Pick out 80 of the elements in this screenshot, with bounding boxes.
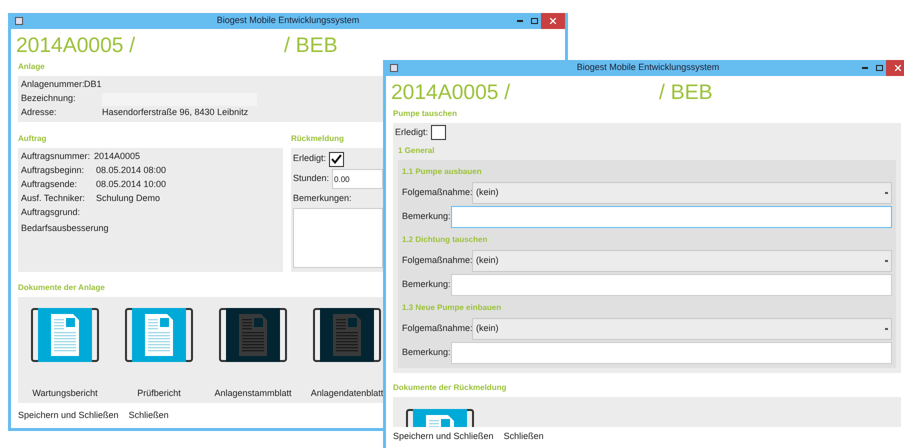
check-icon: [331, 154, 342, 164]
section-title: Auftrag: [18, 133, 46, 145]
dropdown-arrow-icon: [885, 192, 888, 194]
document-button[interactable]: [219, 308, 287, 362]
field-label: Folgemaßnahme:: [402, 186, 472, 199]
field-label: Ausf. Techniker:: [21, 192, 86, 206]
field-label: Erledigt:: [293, 152, 326, 166]
field-value: 08.05.2014 10:00: [96, 178, 166, 192]
section-title: Rückmeldung: [291, 133, 344, 145]
document-button[interactable]: [125, 308, 193, 362]
section-title: 1 General: [398, 145, 434, 157]
section-title: Dokumente der Rückmeldung: [393, 382, 506, 394]
field-value: Hasendorferstraße 96, 8430 Leibnitz: [102, 106, 248, 120]
app-icon: [390, 64, 398, 72]
section-title: 1.2 Dichtung tauschen: [402, 234, 488, 246]
followup-dropdown[interactable]: (kein): [472, 250, 892, 272]
field-label: Auftragsbeginn:: [21, 164, 86, 178]
window-title: Biogest Mobile Entwicklungssystem: [576, 61, 720, 74]
dropdown-arrow-icon: [885, 260, 888, 262]
order-number-heading: 2014A0005 /: [16, 35, 136, 56]
remark-input[interactable]: [451, 206, 892, 228]
maximize-icon: [876, 65, 882, 71]
field-label: Folgemaßnahme:: [402, 254, 472, 267]
close-button[interactable]: [541, 13, 565, 29]
section-title: Dokumente der Anlage: [18, 282, 105, 294]
field-label: Bezeichnung:: [21, 92, 77, 106]
minimize-icon: [517, 20, 523, 22]
window-title: Biogest Mobile Entwicklungssystem: [216, 14, 360, 28]
document-button[interactable]: [31, 308, 99, 362]
app-icon: [15, 17, 23, 25]
document-label: Anlagendatenblatt: [310, 387, 384, 400]
document-label: Prüfbericht: [137, 387, 181, 400]
field-label: Erledigt:: [395, 126, 428, 139]
field-value: DB1: [84, 78, 102, 92]
document-icon: [132, 308, 186, 362]
section-title: 1.1 Pumpe ausbauen: [402, 166, 482, 178]
remark-input[interactable]: [451, 274, 892, 296]
document-label: Anlagenstammblatt: [214, 387, 292, 400]
dropdown-arrow-icon: [885, 328, 888, 330]
followup-dropdown[interactable]: (kein): [472, 318, 892, 340]
footer-button[interactable]: Schließen: [504, 430, 544, 444]
field-label: Adresse:: [21, 106, 58, 120]
document-icon: [320, 308, 374, 362]
field-value: 08.05.2014 08:00: [96, 164, 166, 178]
close-icon: [550, 18, 556, 24]
close-button[interactable]: [886, 60, 904, 76]
field-label: Auftragsende:: [21, 178, 78, 192]
field-label: Auftragsgrund:: [21, 206, 82, 220]
footer-button[interactable]: Speichern und Schließen: [393, 430, 494, 444]
minimize-icon: [862, 67, 868, 69]
field-label: Auftragsnummer:: [21, 150, 92, 164]
checkbox[interactable]: [431, 125, 446, 140]
document-icon: [226, 308, 280, 362]
field-label: Bemerkungen:: [293, 192, 353, 205]
field-label: Bemerkung:: [402, 346, 451, 359]
order-number-heading: 2014A0005 /: [391, 82, 512, 103]
followup-dropdown[interactable]: (kein): [472, 182, 892, 204]
field-value: Schulung Demo: [96, 192, 160, 206]
field-label: Bemerkung:: [402, 210, 451, 223]
heading-suffix: / BEB: [659, 82, 713, 103]
field-value: 2014A0005: [94, 150, 140, 164]
remark-input[interactable]: [451, 342, 892, 364]
field-label: Bemerkung:: [402, 278, 451, 291]
remarks-input[interactable]: [293, 208, 383, 268]
section-title: Pumpe tauschen: [393, 108, 458, 120]
section-title: Anlage: [18, 61, 45, 73]
footer-button[interactable]: Speichern und Schließen: [18, 409, 119, 422]
document-label: Wartungsbericht: [32, 387, 98, 400]
field-label: Folgemaßnahme:: [402, 322, 472, 335]
close-icon: [895, 65, 901, 71]
field-label: Stunden:: [293, 172, 330, 186]
document-icon: [38, 308, 92, 362]
order-reason: Bedarfsausbesserung: [21, 222, 110, 235]
checkbox[interactable]: [329, 152, 344, 166]
document-button[interactable]: [313, 308, 381, 362]
hours-input[interactable]: 0.00: [332, 169, 383, 189]
heading-suffix: / BEB: [284, 35, 338, 56]
section-title: 1.3 Neue Pumpe einbauen: [402, 302, 502, 314]
maximize-icon: [530, 18, 538, 24]
footer-button[interactable]: Schließen: [128, 409, 169, 422]
